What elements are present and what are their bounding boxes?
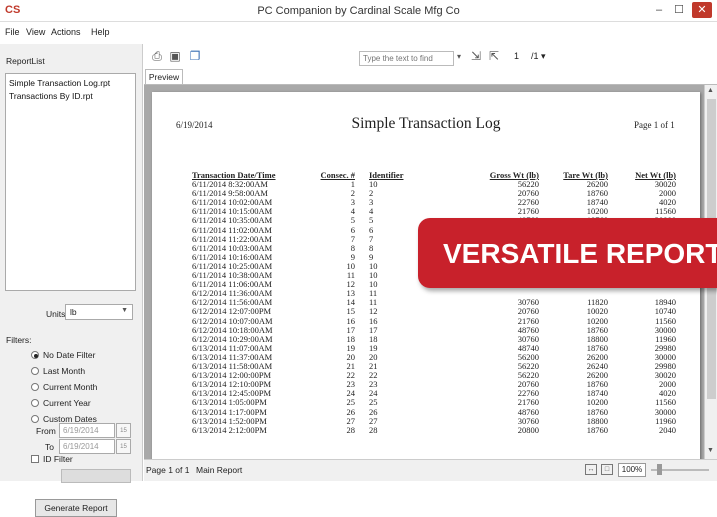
find-next-icon[interactable]: ⇲ <box>469 50 483 63</box>
radio-icon[interactable] <box>31 399 39 407</box>
filter-no-date-label: No Date Filter <box>43 350 96 360</box>
reportlist-label: ReportList <box>6 56 45 66</box>
cell-gross: 20800 <box>517 424 539 435</box>
menu-file[interactable]: File <box>5 27 20 37</box>
filter-current-year-label: Current Year <box>43 398 91 408</box>
fit-page-icon[interactable]: □ <box>601 464 613 475</box>
to-date-field[interactable]: 6/19/2014 <box>59 439 115 454</box>
save-icon[interactable]: ▣ <box>168 50 182 63</box>
menu-actions[interactable]: Actions <box>51 27 81 37</box>
report-item-transactions-by-id[interactable]: Transactions By ID.rpt <box>9 91 93 101</box>
zoom-level[interactable]: 100% <box>618 463 646 477</box>
filter-no-date[interactable]: No Date Filter <box>31 350 95 360</box>
cell-net: 2040 <box>659 424 676 435</box>
window-title: PC Companion by Cardinal Scale Mfg Co <box>257 5 460 17</box>
cell-identifier: 28 <box>369 424 378 435</box>
banner-text: VERSATILE REPORTS <box>443 238 717 269</box>
toolbar: ⎙ ▣ ❐ ▾ ⇲ ⇱ 1 /1 ▾ <box>144 44 717 70</box>
calendar-icon[interactable]: 15 <box>116 423 131 438</box>
maximize-button[interactable]: ☐ <box>670 2 688 18</box>
from-date-field[interactable]: 6/19/2014 <box>59 423 115 438</box>
find-dropdown[interactable]: ▾ <box>457 52 461 61</box>
units-select[interactable]: lb ▼ <box>65 304 133 320</box>
page-number[interactable]: 1 <box>514 51 519 61</box>
filter-last-month[interactable]: Last Month <box>31 366 85 376</box>
find-text-input[interactable] <box>359 51 454 66</box>
report-item-simple-transaction-log[interactable]: Simple Transaction Log.rpt <box>9 78 110 88</box>
filter-current-month[interactable]: Current Month <box>31 382 97 392</box>
minimize-button[interactable]: – <box>650 2 668 18</box>
status-report-name: Main Report <box>196 465 243 475</box>
menu-help[interactable]: Help <box>91 27 110 37</box>
chevron-down-icon: ▼ <box>121 307 128 314</box>
status-bar: Page 1 of 1 Main Report ↔ □ 100% <box>144 459 717 481</box>
filters-label: Filters: <box>6 335 32 345</box>
id-filter-label: ID Filter <box>43 454 73 464</box>
units-label: Units <box>46 309 66 319</box>
radio-selected-icon[interactable] <box>31 351 39 359</box>
units-value: lb <box>70 307 77 317</box>
fit-width-icon[interactable]: ↔ <box>585 464 597 475</box>
generate-report-button[interactable]: Generate Report <box>35 499 117 517</box>
table-row: 6/13/2014 2:12:00PM 28 28 20800 18760 2040 <box>152 424 700 435</box>
cell-consec: 28 <box>346 424 356 435</box>
filter-current-year[interactable]: Current Year <box>31 398 91 408</box>
scroll-down-icon[interactable]: ▼ <box>707 447 714 454</box>
cell-tare: 18760 <box>586 424 608 435</box>
radio-icon[interactable] <box>31 415 39 423</box>
filter-last-month-label: Last Month <box>43 366 86 376</box>
report-page-of: Page 1 of 1 <box>634 120 675 130</box>
page-total-dropdown[interactable]: /1 ▾ <box>531 51 546 62</box>
radio-icon[interactable] <box>31 367 39 375</box>
promo-banner: VERSATILE REPORTS <box>418 218 717 288</box>
id-filter-row[interactable]: ID Filter <box>31 454 73 464</box>
col-header-consec: Consec. # <box>320 170 355 180</box>
copy-icon[interactable]: ❐ <box>188 50 202 63</box>
find-prev-icon[interactable]: ⇱ <box>487 50 501 63</box>
report-list[interactable]: Simple Transaction Log.rpt Transactions … <box>5 73 136 291</box>
report-title: Simple Transaction Log <box>351 115 501 132</box>
checkbox-icon[interactable] <box>31 455 39 463</box>
zoom-slider-thumb[interactable] <box>657 464 662 475</box>
tab-preview[interactable]: Preview <box>145 69 183 85</box>
filter-current-month-label: Current Month <box>43 382 98 392</box>
status-page: Page 1 of 1 <box>146 465 190 475</box>
close-button[interactable]: ✕ <box>692 2 712 18</box>
left-panel: ReportList Simple Transaction Log.rpt Tr… <box>0 44 143 517</box>
menu-view[interactable]: View <box>26 27 45 37</box>
to-label: To <box>45 442 54 452</box>
cell-date: 6/13/2014 2:12:00PM <box>192 424 267 435</box>
print-icon[interactable]: ⎙ <box>150 50 164 63</box>
calendar-icon[interactable]: 15 <box>116 439 131 454</box>
from-label: From <box>36 426 56 436</box>
radio-icon[interactable] <box>31 383 39 391</box>
title-bar: CS PC Companion by Cardinal Scale Mfg Co… <box>0 0 717 22</box>
menu-bar: File View Actions Help <box>0 22 717 44</box>
scroll-up-icon[interactable]: ▲ <box>707 87 714 94</box>
